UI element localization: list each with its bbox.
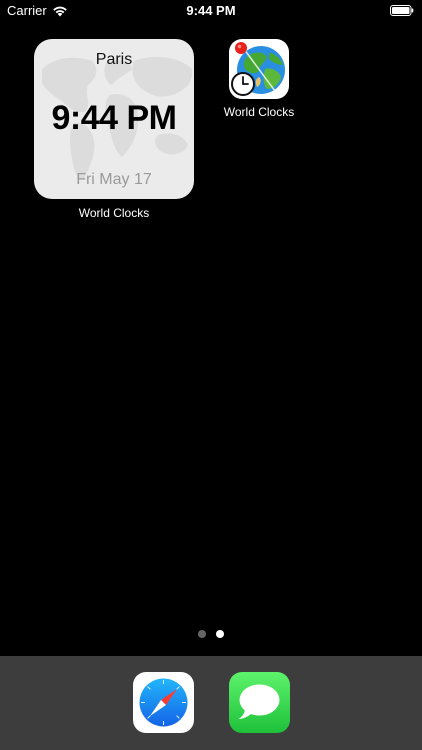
- widget-card[interactable]: Paris 9:44 PM Fri May 17: [34, 39, 194, 199]
- world-clocks-app[interactable]: World Clocks: [218, 39, 300, 119]
- app-label: World Clocks: [223, 105, 295, 119]
- widget-time: 9:44 PM: [51, 99, 178, 137]
- status-bar: Carrier 9:44 PM: [0, 0, 422, 22]
- widget-label: World Clocks: [78, 206, 150, 220]
- world-clock-widget[interactable]: Paris 9:44 PM Fri May 17 World Clocks: [34, 39, 194, 220]
- safari-compass-icon[interactable]: [133, 672, 194, 733]
- page-dot-2[interactable]: [216, 630, 224, 638]
- battery-icon: [390, 5, 414, 16]
- messages-graphic: [238, 684, 280, 719]
- dock: [0, 656, 422, 750]
- globe-clock-icon[interactable]: [229, 39, 289, 99]
- globe-graphic: [231, 42, 285, 96]
- status-time: 9:44 PM: [186, 3, 236, 18]
- page-dot-1[interactable]: [198, 630, 206, 638]
- widget-city: Paris: [95, 51, 133, 68]
- safari-graphic: [139, 678, 188, 727]
- home-screen: Carrier 9:44 PM Paris 9:44 PM Fri May 17…: [0, 0, 422, 750]
- page-indicator[interactable]: [0, 630, 422, 638]
- widget-date: Fri May 17: [76, 171, 152, 188]
- messages-bubble-icon[interactable]: [229, 672, 290, 733]
